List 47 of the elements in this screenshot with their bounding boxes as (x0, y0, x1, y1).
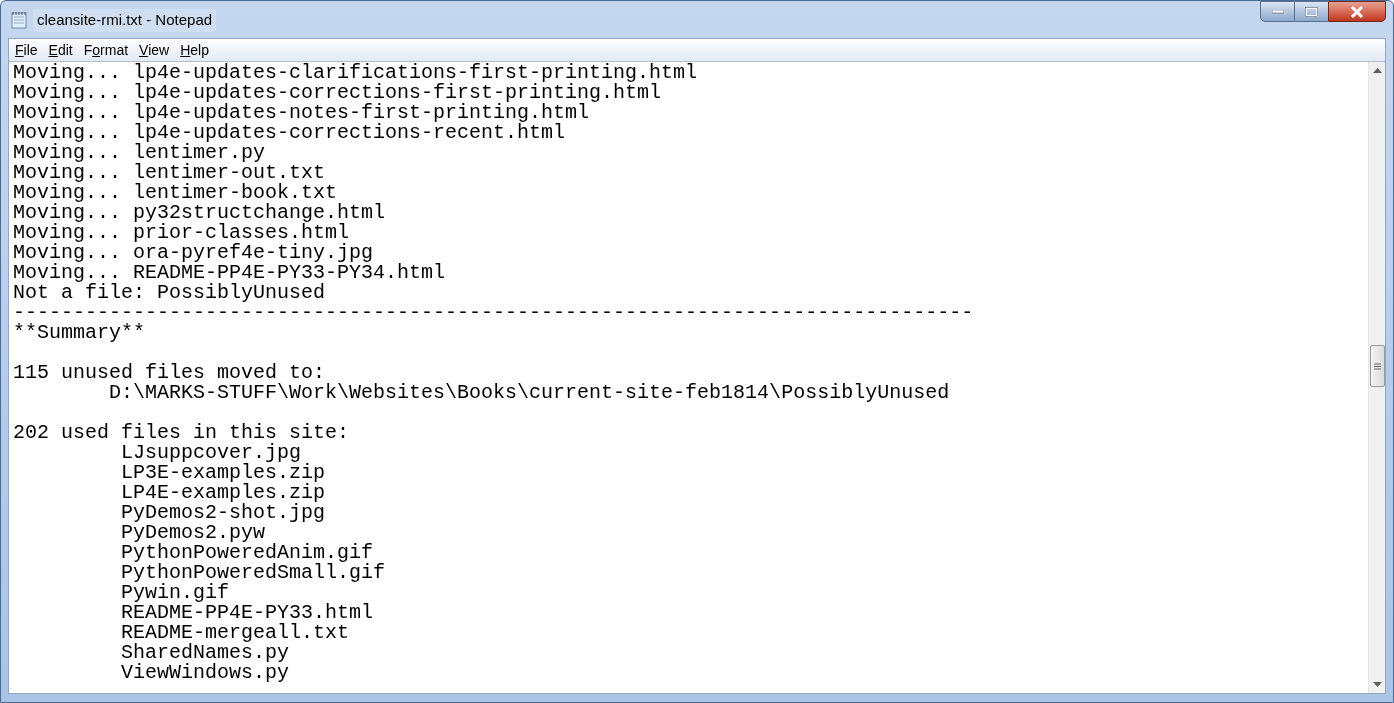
text-line: Not a file: PossiblyUnused (13, 281, 326, 304)
text-line: Moving... py32structchange.html (13, 201, 386, 224)
close-icon (1350, 5, 1364, 18)
maximize-button[interactable] (1295, 1, 1328, 22)
text-line: Moving... README-PP4E-PY33-PY34.html (13, 261, 446, 284)
window-title: cleansite-rmi.txt - Notepad (33, 9, 217, 32)
text-line: README-PP4E-PY33.html (120, 601, 374, 624)
text-line: Moving... prior-classes.html (13, 221, 350, 244)
menu-item[interactable]: Format (78, 40, 134, 60)
text-line: LP3E-examples.zip (120, 461, 326, 484)
menu-item[interactable]: File (10, 40, 43, 60)
text-line: LP4E-examples.zip (120, 481, 326, 504)
text-line: D:\MARKS-STUFF\Work\Websites\Books\current-site-feb1814\PossiblyUnused (108, 381, 950, 404)
minimize-button[interactable] (1260, 1, 1295, 22)
text-line: **Summary** (13, 321, 146, 344)
maximize-icon (1305, 6, 1318, 17)
scroll-thumb[interactable] (1369, 345, 1385, 387)
menu-item[interactable]: Edit (43, 40, 78, 60)
scroll-down-icon[interactable] (1372, 682, 1382, 687)
text-line: 202 used files in this site: (13, 421, 350, 444)
text-line: ViewWindows.py (120, 661, 290, 684)
close-button[interactable] (1328, 1, 1386, 22)
text-line: PyDemos2.pyw (120, 521, 266, 544)
menu-item[interactable]: Help (175, 40, 214, 60)
text-line: Moving... lp4e-updates-corrections-recent.html (13, 121, 566, 144)
text-line: Pywin.gif (120, 581, 230, 604)
text-line: PythonPoweredSmall.gif (120, 561, 386, 584)
text-line: PythonPoweredAnim.gif (120, 541, 374, 564)
text-line: Moving... lp4e-updates-clarifications-first-printing.html (13, 62, 698, 84)
text-line: -------------------------------------------------------------------------------- (13, 301, 974, 324)
text-line: README-mergeall.txt (120, 621, 350, 644)
grip-icon (1373, 362, 1381, 370)
text-line: LJsuppcover.jpg (120, 441, 302, 464)
text-line: Moving... lentimer-book.txt (13, 181, 338, 204)
menu-item[interactable]: View (134, 40, 175, 60)
text-line: Moving... lentimer-out.txt (13, 161, 326, 184)
text-line: Moving... lp4e-updates-corrections-first-printing.html (13, 81, 662, 104)
text-line: 115 unused files moved to: (13, 361, 326, 384)
minimize-icon (1271, 9, 1284, 14)
text-line: Moving... lp4e-updates-notes-first-printing.html (13, 101, 590, 124)
text-line: Moving... lentimer.py (13, 141, 266, 164)
text-line: PyDemos2-shot.jpg (120, 501, 326, 524)
notepad-icon (11, 11, 27, 30)
vertical-scrollbar[interactable] (1368, 62, 1385, 693)
text-line: Moving... ora-pyref4e-tiny.jpg (13, 241, 374, 264)
text-line: SharedNames.py (120, 641, 290, 664)
scroll-up-icon[interactable] (1372, 68, 1382, 73)
